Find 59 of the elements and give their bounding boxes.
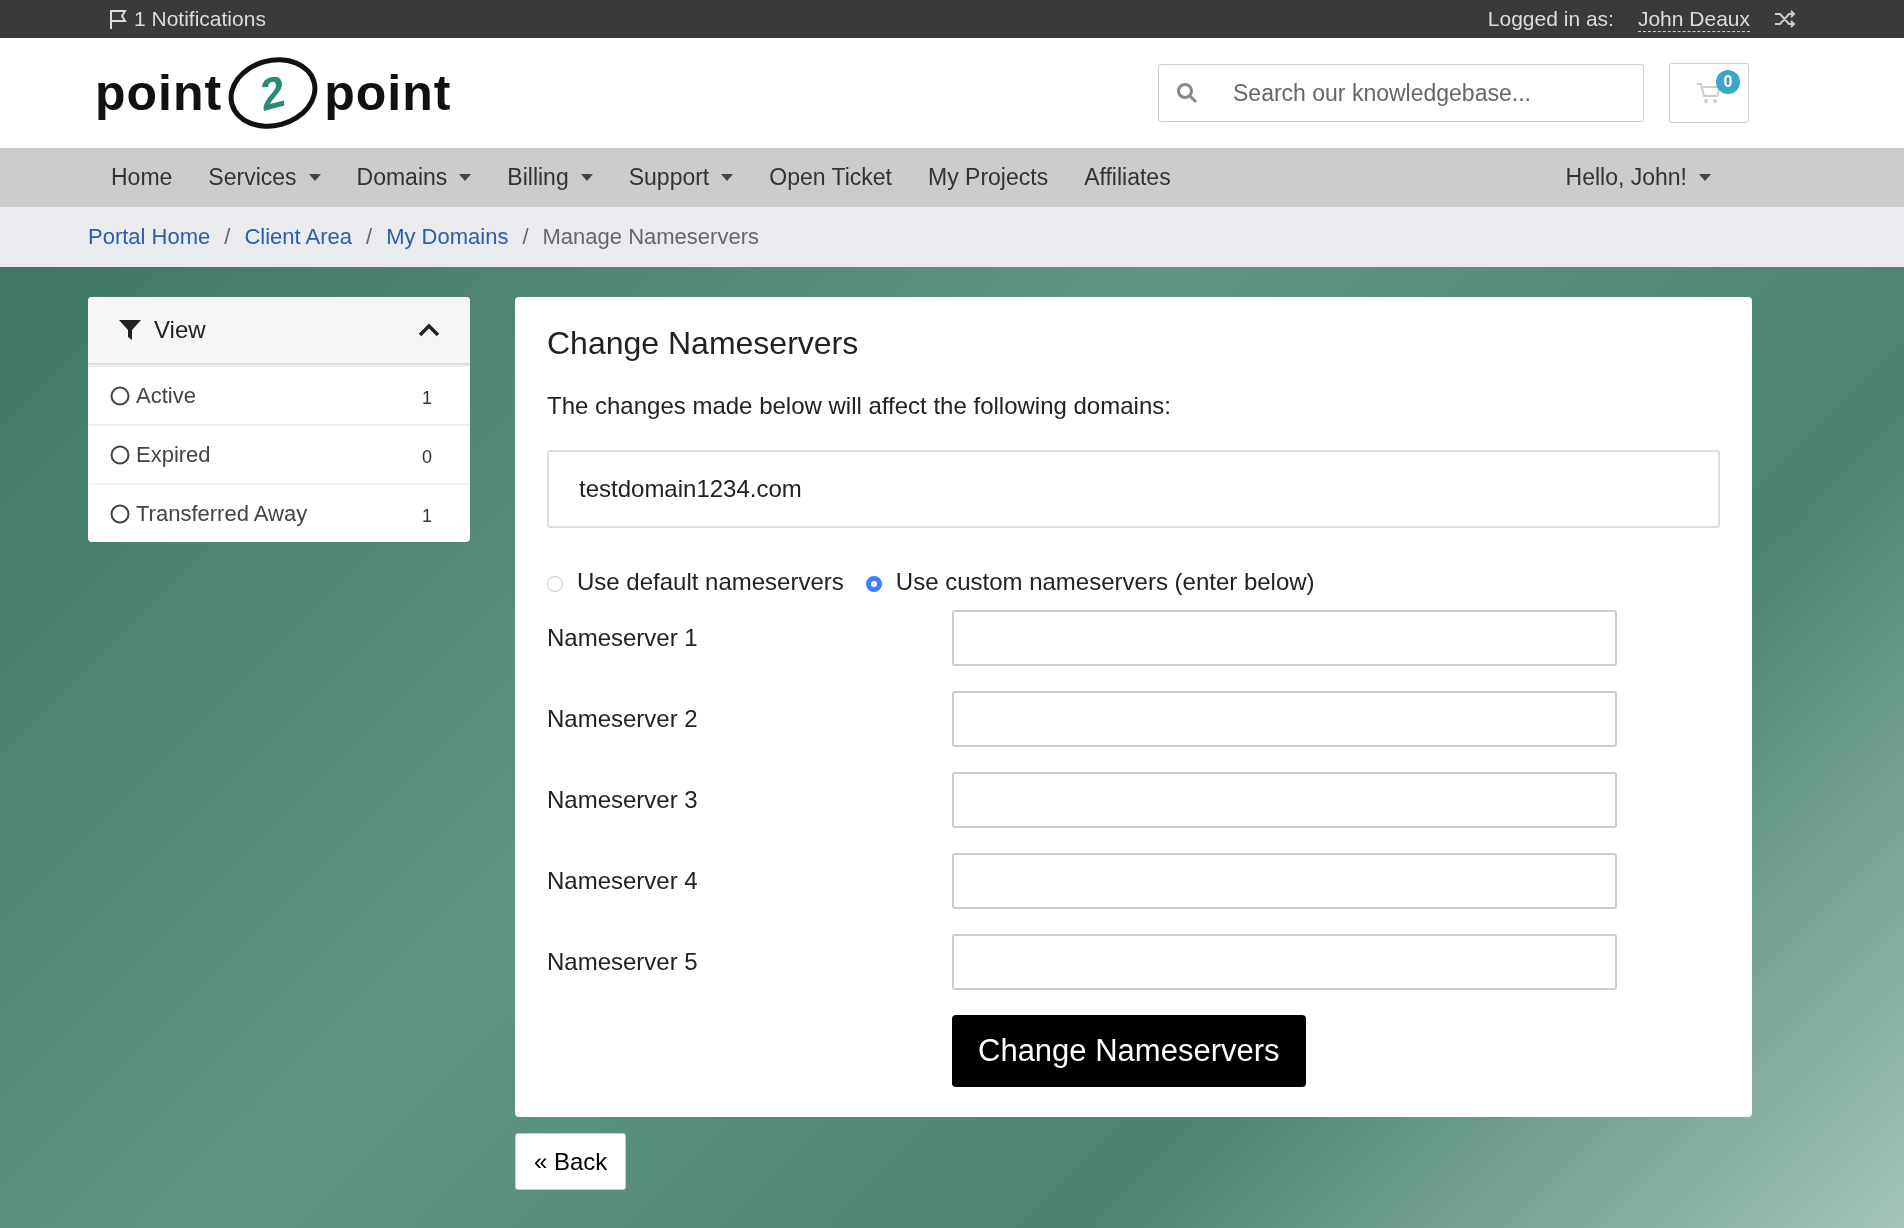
logged-in-label: Logged in as: [1487, 7, 1614, 31]
shuffle-icon[interactable] [1774, 9, 1796, 29]
nameserver-label: Nameserver 2 [547, 705, 699, 733]
circle-icon [110, 385, 130, 406]
user-name-link[interactable]: John Deaux [1637, 6, 1750, 32]
breadcrumb-link[interactable]: Client Area [244, 224, 353, 250]
sidebar-item[interactable]: Transferred Away 1 [88, 483, 470, 542]
sidebar-item-label: Active [136, 382, 196, 409]
sidebar-item[interactable]: Expired 0 [88, 424, 470, 483]
nameserver-option[interactable]: Use default nameservers [547, 568, 844, 596]
sidebar-item[interactable]: Active 1 [88, 365, 470, 424]
nameserver-input[interactable] [952, 691, 1617, 747]
user-menu[interactable]: Hello, John! [1547, 164, 1729, 191]
collapse-icon[interactable] [418, 323, 440, 337]
nameserver-label: Nameserver 4 [547, 867, 699, 895]
nameserver-input[interactable] [952, 610, 1617, 666]
nav-item[interactable]: Support [610, 164, 752, 191]
nav-item[interactable]: Home [93, 164, 191, 191]
card-title: Change Nameservers [547, 325, 860, 362]
nav-item[interactable]: Domains [338, 164, 490, 191]
item-count: 0 [422, 446, 432, 468]
breadcrumb-separator: / [522, 224, 529, 250]
sidebar-item-label: Expired [136, 441, 211, 468]
breadcrumb-separator: / [366, 224, 373, 250]
sidebar-item-label: Transferred Away [136, 500, 308, 527]
search-icon [1176, 82, 1198, 104]
intro-text: The changes made below will affect the following domains: [547, 392, 1172, 420]
breadcrumb-current: Manage Nameservers [542, 224, 759, 250]
nav-item[interactable]: My Projects [910, 164, 1067, 191]
circle-icon [110, 444, 130, 465]
cart-icon [1696, 82, 1722, 104]
nameserver-option[interactable]: Use custom nameservers (enter below) [865, 568, 1315, 596]
circle-icon [110, 503, 130, 524]
nameserver-label: Nameserver 5 [547, 948, 699, 976]
sidebar-title: View [154, 316, 206, 344]
nameserver-label: Nameserver 3 [547, 786, 699, 814]
breadcrumb-link[interactable]: My Domains [386, 224, 509, 250]
nav-item[interactable]: Services [190, 164, 339, 191]
nameserver-label: Nameserver 1 [547, 624, 699, 652]
nameserver-input[interactable] [952, 853, 1617, 909]
breadcrumb-link[interactable]: Portal Home [88, 224, 211, 250]
radio-button[interactable] [865, 576, 882, 592]
nameserver-input[interactable] [952, 772, 1617, 828]
breadcrumb-separator: / [224, 224, 231, 250]
item-count: 1 [422, 505, 432, 527]
change-nameservers-button[interactable]: Change Nameservers [952, 1015, 1306, 1087]
nav-item[interactable]: Open Ticket [751, 164, 910, 191]
search-field[interactable]: Search our knowledgebase... [1158, 64, 1644, 122]
domain-list-box: testdomain1234.com [547, 450, 1720, 528]
cart-count-badge: 0 [1716, 70, 1740, 94]
nav-item[interactable]: Billing [489, 164, 611, 191]
caret-icon [1699, 174, 1711, 181]
logo[interactable]: point 2 point [95, 58, 452, 128]
nav-item[interactable]: Affiliates [1066, 164, 1189, 191]
item-count: 1 [422, 387, 432, 409]
notifications-link[interactable]: 1 Notifications [108, 7, 266, 31]
nameserver-input[interactable] [952, 934, 1617, 990]
back-button[interactable]: « Back [515, 1133, 627, 1190]
filter-icon [118, 318, 142, 342]
